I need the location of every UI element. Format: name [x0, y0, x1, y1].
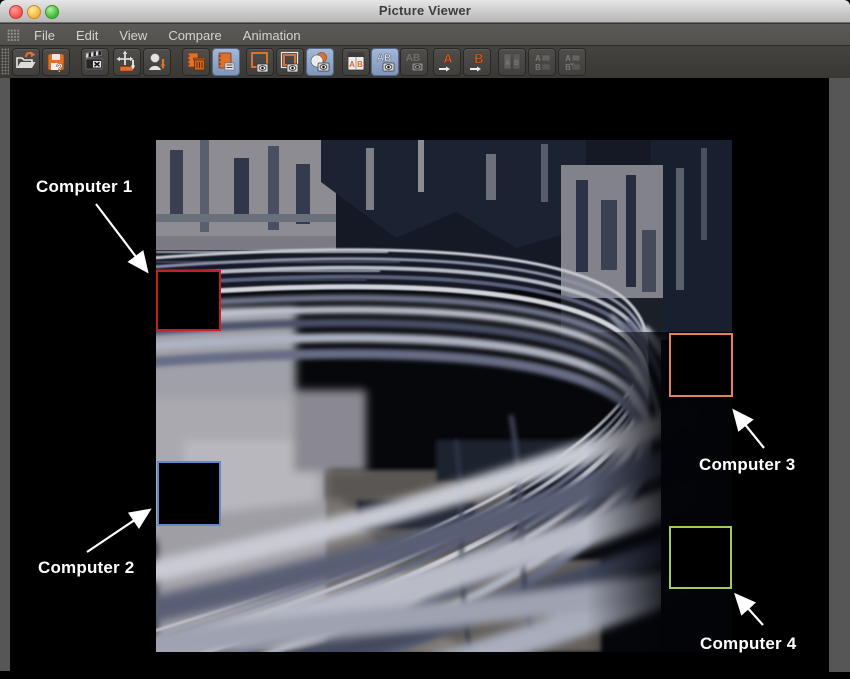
- computer-4-label: Computer 4: [700, 634, 796, 654]
- person-down-button[interactable]: [143, 48, 171, 76]
- layers-icon: [214, 50, 238, 74]
- svg-text:B: B: [514, 60, 519, 67]
- svg-text:B: B: [357, 60, 363, 69]
- menu-compare[interactable]: Compare: [168, 28, 221, 43]
- move-image-button[interactable]: [113, 48, 141, 76]
- window-edge-left: [0, 78, 10, 671]
- compare-grid-disabled-icon: A B: [530, 50, 554, 74]
- frame-eye-alt-icon: [278, 50, 302, 74]
- open-button[interactable]: [12, 48, 40, 76]
- titlebar[interactable]: Picture Viewer: [0, 0, 850, 23]
- delete-layer-button[interactable]: [182, 48, 210, 76]
- show-image-a-button[interactable]: [246, 48, 274, 76]
- svg-text:B: B: [474, 51, 483, 66]
- frame-eye-icon: [248, 50, 272, 74]
- compare-swap-disabled-button: A B: [558, 48, 586, 76]
- menubar: File Edit View Compare Animation: [0, 23, 850, 46]
- computer-2-label: Computer 2: [38, 558, 134, 578]
- show-image-b-button[interactable]: [276, 48, 304, 76]
- toolbar-grip-icon[interactable]: [1, 48, 9, 75]
- show-overlay-button[interactable]: [306, 48, 334, 76]
- svg-text:AB: AB: [377, 53, 391, 64]
- window-edge-right: [829, 78, 850, 672]
- ab-split-button[interactable]: A B: [342, 48, 370, 76]
- ab-compare-disabled-button: AB: [400, 48, 428, 76]
- svg-text:B: B: [565, 63, 571, 72]
- set-image-b-button[interactable]: B: [463, 48, 491, 76]
- set-image-a-button[interactable]: A: [433, 48, 461, 76]
- picture-viewer-window: Picture Viewer File Edit View Compare An…: [0, 0, 850, 679]
- a-arrow-icon: A: [435, 50, 459, 74]
- marker-square-computer-1: [156, 270, 221, 331]
- svg-text:A: A: [349, 60, 355, 69]
- menu-grip-icon[interactable]: [7, 29, 20, 41]
- ab-eye-icon: AB: [373, 50, 397, 74]
- person-down-icon: [145, 50, 169, 74]
- window-title: Picture Viewer: [0, 3, 850, 18]
- computer-3-label: Computer 3: [699, 455, 795, 475]
- menu-edit[interactable]: Edit: [76, 28, 98, 43]
- open-icon: [14, 50, 38, 74]
- svg-text:AB: AB: [406, 53, 420, 64]
- menu-file[interactable]: File: [34, 28, 55, 43]
- ab-panels-icon: A B: [344, 50, 368, 74]
- marker-square-computer-2: [157, 461, 221, 526]
- venn-eye-icon: [308, 50, 332, 74]
- trash-layers-icon: [184, 50, 208, 74]
- move-image-icon: [115, 50, 139, 74]
- ab-compare-button[interactable]: AB: [371, 48, 399, 76]
- menu-animation[interactable]: Animation: [243, 28, 301, 43]
- layers-button[interactable]: [212, 48, 240, 76]
- toolbar: ?: [0, 45, 850, 79]
- menu-view[interactable]: View: [119, 28, 147, 43]
- save-button[interactable]: ?: [42, 48, 70, 76]
- computer-1-label: Computer 1: [36, 177, 132, 197]
- svg-text:A: A: [505, 60, 510, 67]
- svg-text:?: ?: [56, 61, 63, 74]
- ab-eye-disabled-icon: AB: [402, 50, 426, 74]
- svg-text:B: B: [535, 63, 541, 72]
- compare-grid-disabled-button: A B: [528, 48, 556, 76]
- movie-button[interactable]: [81, 48, 109, 76]
- marker-square-computer-4: [669, 526, 732, 589]
- rendered-image[interactable]: [156, 140, 732, 652]
- render-art: [156, 140, 732, 652]
- clapperboard-icon: [83, 50, 107, 74]
- svg-text:A: A: [535, 54, 541, 63]
- save-icon: ?: [44, 50, 68, 74]
- svg-text:A: A: [443, 51, 453, 66]
- marker-square-computer-3: [669, 333, 733, 397]
- svg-text:A: A: [565, 54, 571, 63]
- compare-swap-disabled-icon: A B: [560, 50, 584, 74]
- b-arrow-icon: B: [465, 50, 489, 74]
- compare-side-disabled-button: A B: [498, 48, 526, 76]
- compare-side-disabled-icon: A B: [500, 50, 524, 74]
